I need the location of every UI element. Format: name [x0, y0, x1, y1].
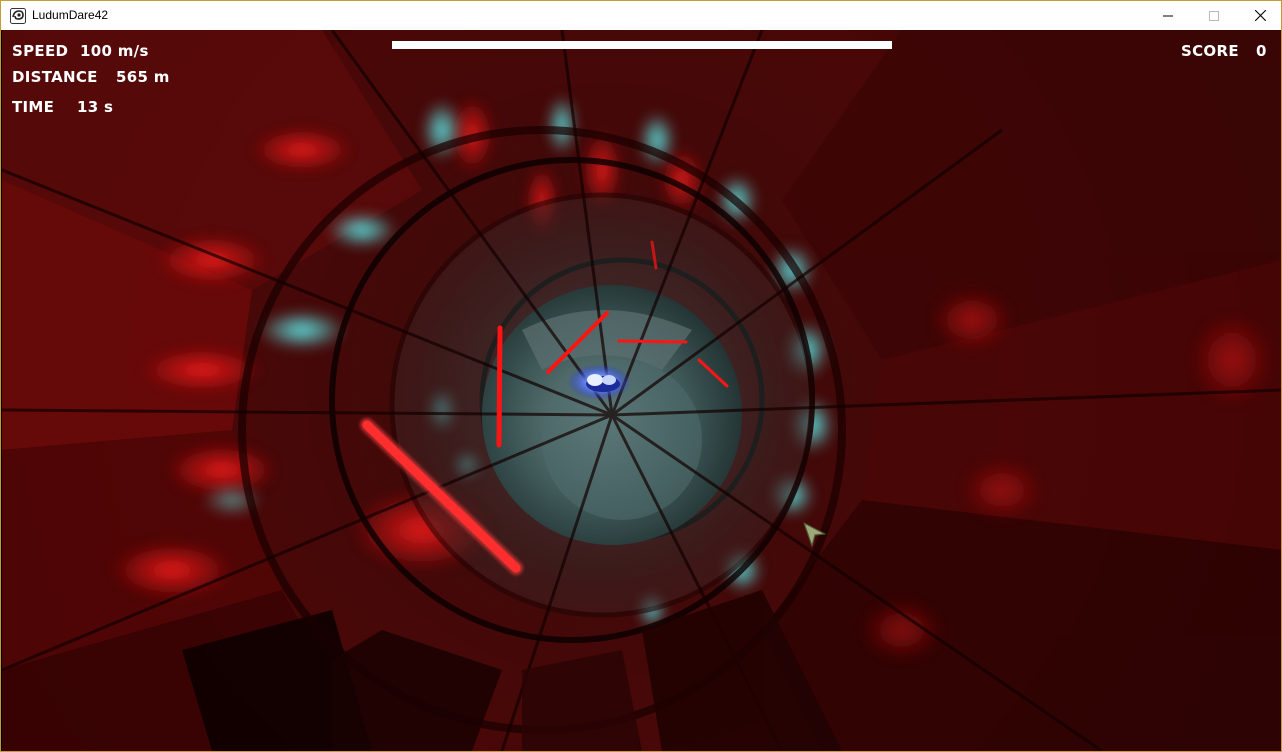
minimize-icon — [1163, 15, 1173, 16]
time-value: 13 s — [77, 98, 114, 116]
maximize-button[interactable] — [1191, 1, 1237, 30]
window-title: LudumDare42 — [32, 8, 109, 22]
time-label: TIME — [12, 98, 55, 116]
speed-label: SPEED — [12, 42, 69, 60]
score-label: SCORE — [1181, 42, 1239, 60]
distance-label: DISTANCE — [12, 68, 98, 86]
tunnel-scene — [2, 30, 1281, 751]
level-progress-fill — [392, 41, 892, 49]
score-value: 0 — [1256, 42, 1267, 60]
close-icon — [1254, 10, 1266, 21]
close-button[interactable] — [1237, 1, 1281, 30]
speed-value: 100 m/s — [80, 42, 149, 60]
player-ship — [567, 364, 631, 400]
arrow-cursor-icon — [803, 522, 826, 547]
game-viewport[interactable]: SPEED 100 m/s DISTANCE 565 m TIME 13 s S… — [2, 30, 1281, 751]
game-window: LudumDare42 SPEED 100 m/s DISTANCE 565 m… — [0, 0, 1282, 752]
app-icon — [10, 8, 26, 24]
maximize-icon — [1209, 10, 1219, 21]
level-progress-bar — [392, 41, 892, 49]
minimize-button[interactable] — [1145, 1, 1191, 30]
distance-value: 565 m — [116, 68, 170, 86]
title-bar[interactable]: LudumDare42 — [1, 0, 1281, 30]
